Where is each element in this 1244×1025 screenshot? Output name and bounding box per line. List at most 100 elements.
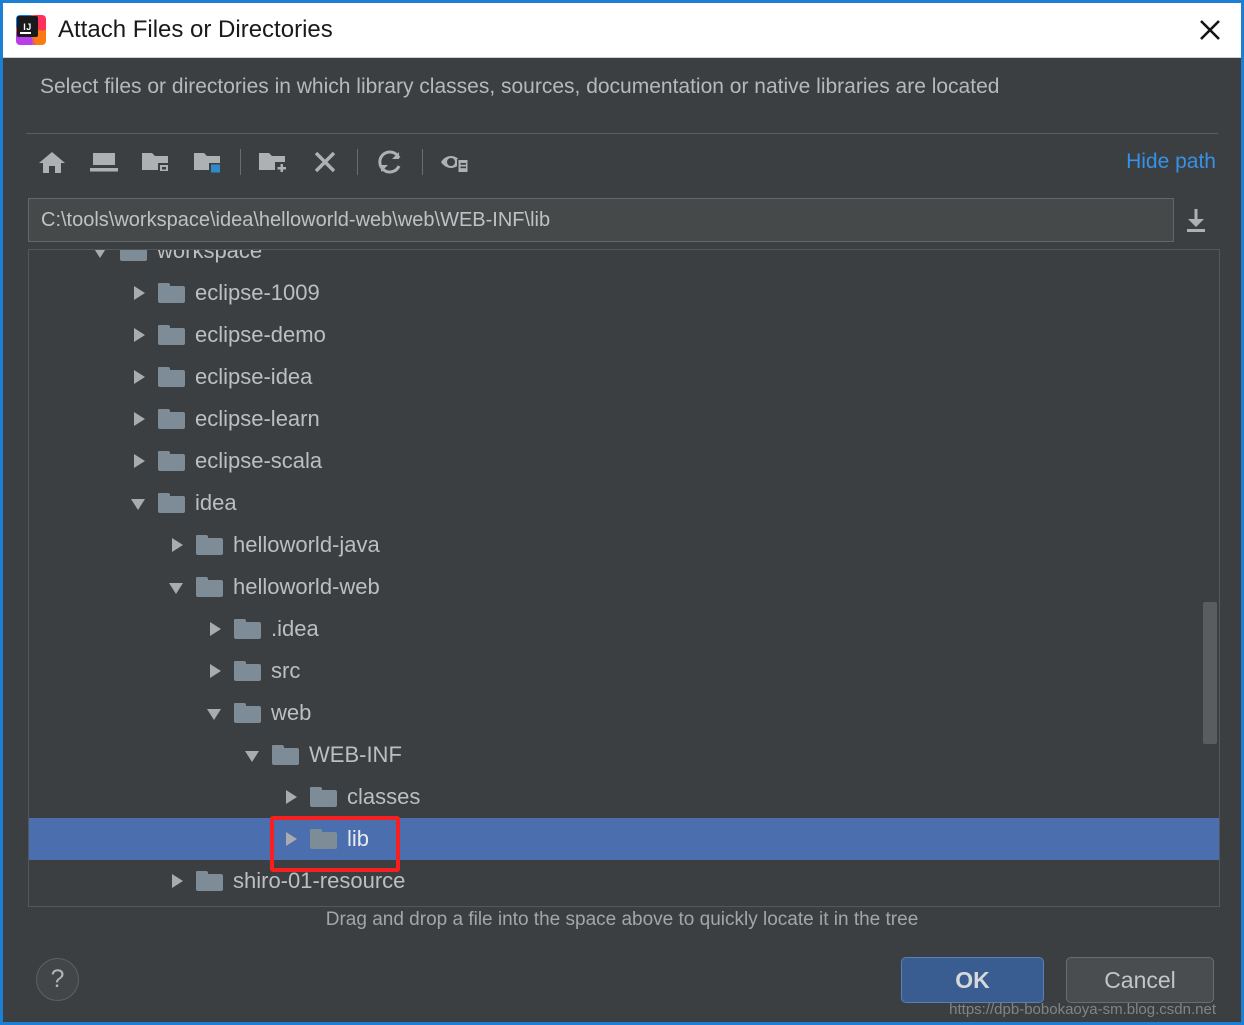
- folder-icon: [196, 534, 224, 556]
- folder-icon: [120, 250, 148, 262]
- new-folder-icon: [259, 153, 288, 174]
- tree-row[interactable]: eclipse-scala: [29, 440, 1219, 482]
- path-row: [28, 197, 1218, 243]
- tree-row-label: web: [271, 700, 312, 725]
- tree-row-label: WEB-INF: [309, 742, 402, 767]
- tree-row[interactable]: helloworld-web: [29, 566, 1219, 608]
- tree-row[interactable]: eclipse-1009: [29, 272, 1219, 314]
- folder-icon: [158, 366, 186, 388]
- chevron-right-icon[interactable]: [127, 323, 151, 347]
- folder-icon: [234, 618, 262, 640]
- chevron-down-icon[interactable]: [165, 575, 189, 599]
- hide-path-link[interactable]: Hide path: [1126, 150, 1218, 174]
- tree-row[interactable]: workspace: [29, 249, 1219, 272]
- tree-row-label: eclipse-demo: [195, 322, 326, 347]
- tree-row[interactable]: WEB-INF: [29, 734, 1219, 776]
- chevron-right-icon[interactable]: [203, 659, 227, 683]
- folder-icon: [158, 450, 186, 472]
- ok-button[interactable]: OK: [901, 957, 1044, 1003]
- attach-files-dialog: IJ Attach Files or Directories Select fi…: [0, 0, 1244, 1025]
- project-folder-icon: [142, 153, 170, 173]
- tree-row-label: lib: [347, 826, 370, 851]
- path-input[interactable]: [28, 198, 1174, 242]
- folder-icon: [196, 576, 224, 598]
- chevron-right-icon[interactable]: [203, 617, 227, 641]
- chevron-down-icon[interactable]: [203, 701, 227, 725]
- chevron-right-icon[interactable]: [165, 533, 189, 557]
- toolbar-separator: [357, 149, 358, 175]
- toolbar-separator: [422, 149, 423, 175]
- tree-row[interactable]: eclipse-idea: [29, 356, 1219, 398]
- chevron-right-icon[interactable]: [279, 827, 303, 851]
- tree-row[interactable]: .idea: [29, 608, 1219, 650]
- show-hidden-button[interactable]: [429, 140, 481, 184]
- dialog-title: Attach Files or Directories: [58, 16, 333, 43]
- folder-icon: [196, 870, 224, 892]
- tree-row[interactable]: helloworld-java: [29, 524, 1219, 566]
- refresh-button[interactable]: [364, 140, 416, 184]
- chevron-right-icon[interactable]: [165, 869, 189, 893]
- desktop-icon: [90, 153, 118, 172]
- chevron-down-icon[interactable]: [127, 491, 151, 515]
- dialog-description: Select files or directories in which lib…: [40, 75, 1000, 98]
- tree-row[interactable]: src: [29, 650, 1219, 692]
- watermark-text: https://dpb-bobokaoya-sm.blog.csdn.net: [949, 1001, 1216, 1018]
- tree-row-label: workspace: [157, 249, 263, 263]
- toolbar-separator: [240, 149, 241, 175]
- tree-row[interactable]: eclipse-learn: [29, 398, 1219, 440]
- tree-row[interactable]: idea: [29, 482, 1219, 524]
- folder-icon: [272, 744, 300, 766]
- chevron-right-icon[interactable]: [127, 281, 151, 305]
- folder-icon: [158, 324, 186, 346]
- chevron-right-icon[interactable]: [127, 365, 151, 389]
- tree-row-label: eclipse-1009: [195, 280, 320, 305]
- file-chooser-toolbar: Hide path: [26, 133, 1218, 190]
- locate-path-button[interactable]: [1174, 198, 1218, 242]
- module-directory-button[interactable]: [182, 140, 234, 184]
- module-folder-icon: [194, 153, 221, 173]
- tree-row-label: classes: [347, 784, 421, 809]
- refresh-icon: [378, 150, 401, 174]
- drag-drop-hint: Drag and drop a file into the space abov…: [325, 909, 919, 930]
- home-button[interactable]: [26, 140, 78, 184]
- tree-row-label: eclipse-scala: [195, 448, 323, 473]
- chevron-right-icon[interactable]: [127, 449, 151, 473]
- chevron-right-icon[interactable]: [279, 785, 303, 809]
- tree-row[interactable]: shiro-01-resource: [29, 860, 1219, 902]
- tree-vertical-scrollbar[interactable]: [1203, 602, 1217, 744]
- tree-row[interactable]: eclipse-demo: [29, 314, 1219, 356]
- chevron-right-icon[interactable]: [127, 407, 151, 431]
- tree-row-label: shiro-01-resource: [233, 868, 406, 893]
- arrow-down-to-line-icon: [1187, 209, 1205, 232]
- logo-text: IJ: [17, 16, 38, 37]
- tree-row-label: helloworld-java: [233, 532, 380, 557]
- delete-x-icon: [314, 151, 336, 173]
- directory-tree[interactable]: workspace eclipse-1009 eclipse-demo eclipse…: [28, 249, 1220, 907]
- home-icon: [39, 152, 65, 173]
- chevron-down-icon[interactable]: [89, 250, 113, 263]
- tree-row-label: eclipse-learn: [195, 406, 320, 431]
- desktop-button[interactable]: [78, 140, 130, 184]
- new-folder-button[interactable]: [247, 140, 299, 184]
- show-hidden-icon: [441, 156, 469, 173]
- project-directory-button[interactable]: [130, 140, 182, 184]
- folder-icon: [158, 492, 186, 514]
- close-icon: [1200, 20, 1220, 40]
- folder-icon: [158, 282, 186, 304]
- intellij-idea-logo-icon: IJ: [16, 15, 46, 45]
- tree-row-label: idea: [195, 490, 237, 515]
- tree-row[interactable]: web: [29, 692, 1219, 734]
- folder-icon: [234, 660, 262, 682]
- cancel-button[interactable]: Cancel: [1066, 957, 1214, 1003]
- folder-icon: [310, 786, 338, 808]
- delete-button[interactable]: [299, 140, 351, 184]
- tree-row-selected[interactable]: lib: [29, 818, 1219, 860]
- title-bar: IJ Attach Files or Directories: [3, 3, 1241, 58]
- chevron-down-icon[interactable]: [241, 743, 265, 767]
- close-button[interactable]: [1179, 3, 1241, 57]
- tree-row[interactable]: classes: [29, 776, 1219, 818]
- help-button[interactable]: ?: [36, 958, 79, 1001]
- folder-icon: [310, 828, 338, 850]
- tree-rows-container: workspace eclipse-1009 eclipse-demo eclipse…: [29, 249, 1219, 902]
- tree-row-label: eclipse-idea: [195, 364, 313, 389]
